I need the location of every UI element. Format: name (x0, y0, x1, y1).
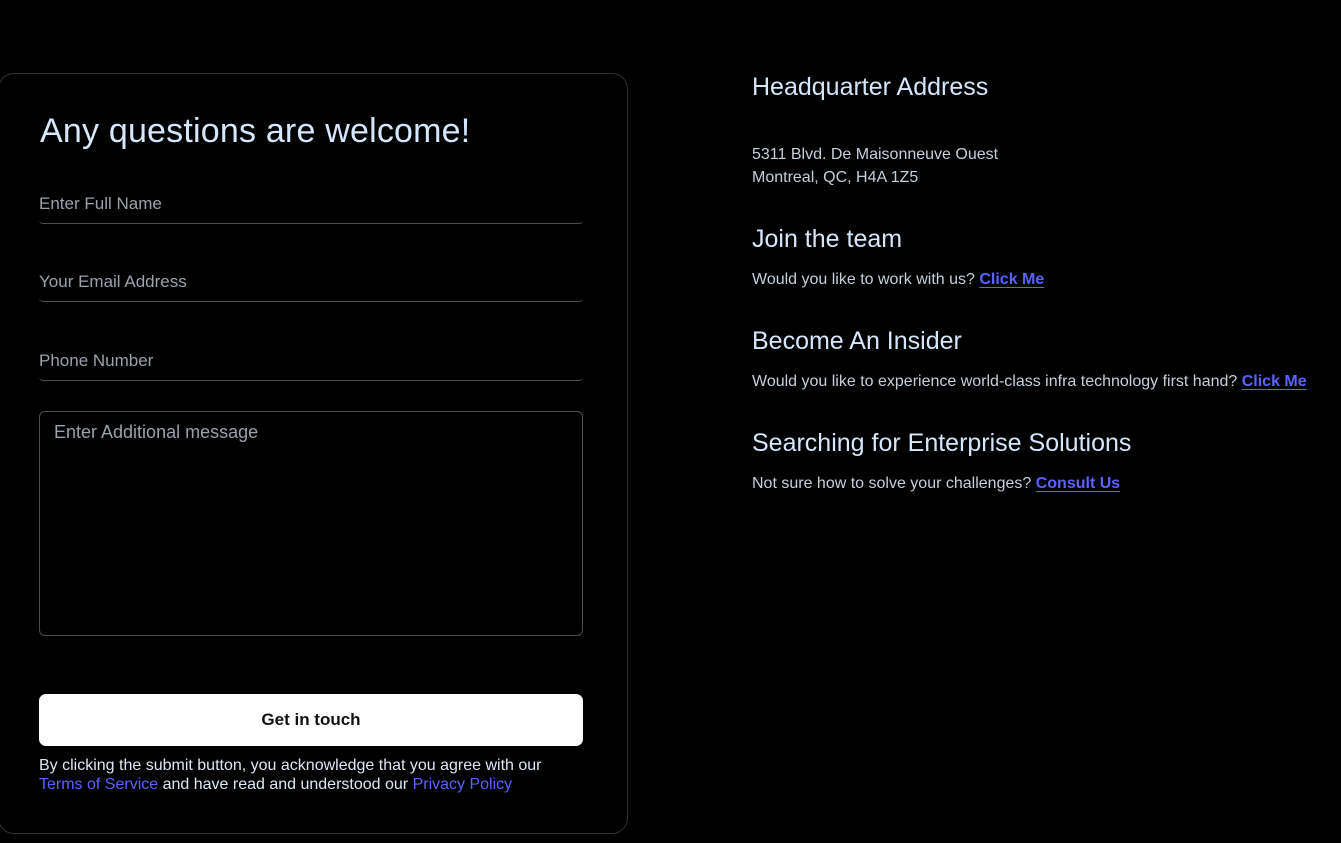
insider-link[interactable]: Click Me (1242, 373, 1307, 390)
enterprise-text: Not sure how to solve your challenges? C… (752, 472, 1120, 495)
enterprise-title: Searching for Enterprise Solutions (752, 429, 1132, 457)
phone-input[interactable] (39, 341, 583, 381)
get-in-touch-button[interactable]: Get in touch (39, 694, 583, 746)
form-title: Any questions are welcome! (40, 112, 471, 150)
contact-page: Any questions are welcome! Get in touch … (0, 0, 1341, 843)
terms-of-service-link[interactable]: Terms of Service (39, 776, 158, 793)
join-team-title: Join the team (752, 225, 903, 253)
address-line-2: Montreal, QC, H4A 1Z5 (752, 169, 919, 186)
privacy-policy-link[interactable]: Privacy Policy (413, 776, 513, 793)
headquarter-address: 5311 Blvd. De Maisonneuve Ouest Montreal,… (752, 143, 998, 189)
email-input[interactable] (39, 262, 583, 302)
join-team-text: Would you like to work with us? Click Me (752, 268, 1044, 291)
legal-notice: By clicking the submit button, you ackno… (39, 756, 599, 794)
insider-text: Would you like to experience world-class… (752, 370, 1307, 393)
join-team-question: Would you like to work with us? (752, 271, 980, 288)
message-textarea[interactable] (39, 411, 583, 636)
headquarter-title: Headquarter Address (752, 73, 989, 101)
consult-us-link[interactable]: Consult Us (1036, 475, 1120, 492)
insider-question: Would you like to experience world-class… (752, 373, 1242, 390)
enterprise-question: Not sure how to solve your challenges? (752, 475, 1036, 492)
address-line-1: 5311 Blvd. De Maisonneuve Ouest (752, 146, 999, 163)
legal-prefix: By clicking the submit button, you ackno… (39, 757, 542, 774)
legal-middle: and have read and understood our (158, 776, 413, 793)
insider-title: Become An Insider (752, 327, 962, 355)
join-team-link[interactable]: Click Me (979, 271, 1044, 288)
full-name-input[interactable] (39, 184, 583, 224)
